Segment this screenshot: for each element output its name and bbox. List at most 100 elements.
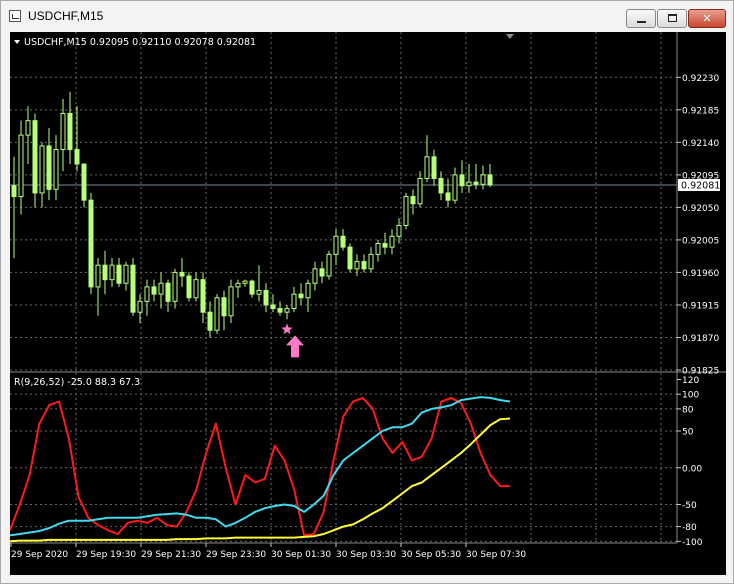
indicator-line-cyan	[9, 396, 511, 537]
candle-body	[396, 224, 402, 237]
time-tick-label: 29 Sep 19:30	[76, 550, 136, 560]
candle-body	[291, 293, 297, 310]
candle-body	[473, 181, 479, 185]
candle-body	[389, 235, 395, 248]
price-tick-label: 0.92140	[682, 139, 719, 149]
candle-body	[172, 271, 178, 302]
candle-body	[102, 264, 108, 281]
candle-body	[88, 199, 94, 288]
price-axis[interactable]: 0.92230 0.92185 0.92140 0.92095 0.92050 0.920…	[677, 74, 719, 377]
chart-header: USDCHF,M15 0.92095 0.92110 0.92078 0.920…	[24, 37, 256, 48]
candle-body	[249, 280, 255, 295]
indicator-tick-label: -50	[682, 501, 697, 511]
candle-body	[382, 243, 388, 248]
candle-body	[256, 290, 262, 295]
indicator-tick-label: -80	[682, 523, 697, 533]
indicator-tick-label: 50	[682, 427, 694, 437]
candle-body	[347, 246, 353, 270]
candle-body	[165, 282, 171, 302]
candle-body	[193, 279, 199, 299]
time-tick-label: 29 Sep 21:30	[141, 550, 201, 560]
candle-body	[235, 282, 241, 288]
chart-shift-icon[interactable]	[506, 34, 514, 39]
menu-triangle-icon[interactable]	[14, 40, 20, 44]
minimize-button[interactable]	[626, 9, 656, 28]
time-tick-label: 30 Sep 05:30	[401, 550, 461, 560]
candle-body	[214, 297, 220, 331]
candle-body	[123, 264, 129, 284]
chart-window-icon	[9, 10, 21, 22]
candle-body	[221, 297, 227, 317]
buy-signal	[281, 323, 304, 358]
minimize-icon	[637, 21, 646, 23]
candle-body	[417, 177, 423, 205]
candle-body	[186, 275, 192, 299]
title-bar[interactable]: USDCHF,M15 ✕	[1, 1, 733, 31]
close-button[interactable]: ✕	[688, 9, 726, 28]
candle-body	[340, 235, 346, 248]
candle-body	[270, 304, 276, 310]
candle-body	[354, 261, 360, 270]
buy-arrow-icon	[286, 335, 304, 358]
time-tick-label: 29 Sep 2020	[11, 550, 68, 560]
candle-body	[424, 156, 430, 179]
candle-body	[438, 177, 444, 194]
candle-body	[179, 271, 185, 277]
candle-body	[445, 192, 451, 201]
candle-body	[375, 243, 381, 255]
current-price-label: 0.92081	[681, 180, 720, 191]
maximize-icon	[668, 14, 677, 22]
candle-body	[487, 174, 493, 186]
chart-canvas[interactable]: USDCHF,M15 0.92095 0.92110 0.92078 0.920…	[9, 32, 726, 575]
candle-body	[109, 264, 115, 281]
window-title: USDCHF,M15	[28, 9, 104, 23]
candle-body	[81, 163, 87, 201]
time-axis[interactable]: 29 Sep 2020 29 Sep 19:30 29 Sep 21:30 29 Se…	[10, 543, 526, 560]
indicator-tick-label: 0.00	[682, 464, 702, 474]
candle-body	[130, 264, 136, 313]
candle-body	[200, 279, 206, 313]
candle-body	[326, 253, 332, 277]
candle-body	[333, 235, 339, 255]
chart-area[interactable]: USDCHF,M15 0.92095 0.92110 0.92078 0.920…	[9, 32, 726, 575]
candle-body	[60, 112, 66, 151]
candle-body	[11, 185, 17, 198]
close-icon: ✕	[702, 12, 712, 25]
chart-window: USDCHF,M15 ✕ USDCHF,M15 0.92095 0.92110 …	[0, 0, 734, 584]
candle-body	[459, 174, 465, 187]
candle-body	[53, 149, 59, 190]
price-tick-label: 0.91915	[682, 301, 719, 311]
candle-body	[74, 149, 80, 165]
candle-body	[158, 282, 164, 295]
indicator-tick-label: 120	[682, 376, 699, 386]
candle-body	[228, 286, 234, 317]
candle-body	[431, 156, 437, 179]
indicator-tick-label: 100	[682, 391, 699, 401]
time-tick-label: 29 Sep 23:30	[206, 550, 266, 560]
candle-body	[18, 134, 24, 198]
candle-body	[452, 174, 458, 201]
maximize-button[interactable]	[657, 9, 687, 28]
candle-body	[361, 261, 367, 270]
candle-body	[151, 286, 157, 295]
indicator-axis[interactable]: 120 100 80 50 0.00 -50 -80 -100	[677, 376, 703, 548]
candle-body	[67, 112, 73, 151]
candle-body	[312, 268, 318, 284]
indicator-tick-label: 80	[682, 405, 694, 415]
candle-body	[144, 286, 150, 302]
candle-body	[263, 290, 269, 306]
price-tick-label: 0.91870	[682, 334, 719, 344]
candle-body	[242, 280, 248, 284]
time-tick-label: 30 Sep 03:30	[336, 550, 396, 560]
price-tick-label: 0.92005	[682, 236, 719, 246]
candle-body	[207, 311, 213, 331]
indicator-line-red	[9, 396, 510, 537]
candle-body	[39, 145, 45, 194]
candle-body	[116, 264, 122, 284]
candle-body	[277, 308, 283, 313]
candle-body	[403, 196, 409, 226]
candle-body	[284, 308, 290, 313]
price-tick-label: 0.92095	[682, 171, 719, 181]
time-tick-label: 30 Sep 01:30	[271, 550, 331, 560]
price-grid	[10, 32, 677, 371]
